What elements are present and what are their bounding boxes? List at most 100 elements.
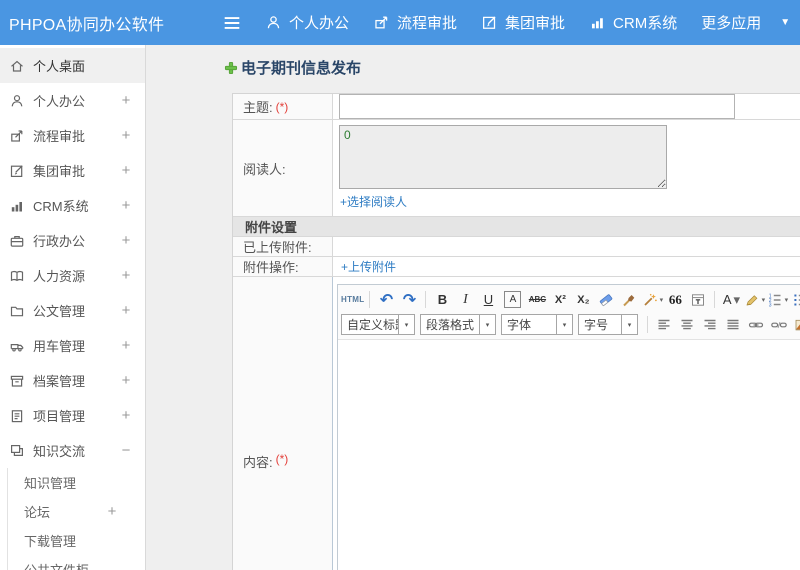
truck-icon	[9, 338, 25, 354]
app-logo: PHPOA协同办公软件	[9, 16, 165, 34]
required-mark: (*)	[275, 452, 289, 466]
sidebar-item-project-management[interactable]: 项目管理 +	[0, 398, 145, 433]
bar-chart-icon	[9, 198, 25, 214]
person-icon	[9, 93, 25, 109]
sidebar-item-group-approval[interactable]: 集团审批 +	[0, 153, 145, 188]
caret-down-icon: ▾	[621, 315, 637, 334]
sidebar-item-workflow-approval[interactable]: 流程审批 +	[0, 118, 145, 153]
strikethrough-button[interactable]: ABC	[526, 289, 548, 310]
top-header: PHPOA协同办公软件 个人办公 流程审批 集团审批 CRM系统 更多应用 ▼	[0, 0, 800, 45]
rich-text-editor: HTML ↶ ↷ B I U A ABC X² X₂ ▾ 66 A ▾ ▾ ▾ …	[337, 284, 800, 570]
expand-toggle[interactable]: +	[120, 407, 132, 424]
heading-select[interactable]: 自定义标题 ▾	[341, 314, 415, 335]
expand-toggle[interactable]: +	[120, 267, 132, 284]
clipboard-icon	[9, 408, 25, 424]
select-readers-link[interactable]: +选择阅读人	[340, 193, 407, 210]
bold-button[interactable]: B	[431, 289, 453, 310]
font-color-button[interactable]: A ▾	[720, 289, 742, 310]
sidebar-item-vehicle-management[interactable]: 用车管理 +	[0, 328, 145, 363]
nav-crm-system[interactable]: CRM系统	[589, 12, 677, 33]
collapse-toggle[interactable]: −	[120, 442, 132, 459]
italic-button[interactable]: I	[454, 289, 476, 310]
uploaded-attachments-value	[333, 237, 800, 256]
paragraph-format-select[interactable]: 段落格式 ▾	[420, 314, 496, 335]
nav-personal-office[interactable]: 个人办公	[265, 12, 349, 33]
upload-attachment-link[interactable]: +上传附件	[341, 258, 396, 275]
ordered-list-icon[interactable]: ▾	[766, 289, 788, 310]
eraser-icon[interactable]	[595, 289, 617, 310]
nav-workflow-approval[interactable]: 流程审批	[373, 12, 457, 33]
readers-row: 阅读人: 0 +选择阅读人 请选择阅读人,不选为所有人可查看 提醒阅读人: ✔ …	[233, 120, 800, 232]
html-source-button[interactable]: HTML	[341, 289, 364, 310]
edit-icon	[9, 163, 25, 179]
expand-toggle[interactable]: +	[120, 372, 132, 389]
editor-content[interactable]	[338, 340, 800, 570]
subscript-button[interactable]: X₂	[572, 289, 594, 310]
expand-toggle[interactable]: +	[120, 92, 132, 109]
align-left-icon[interactable]	[653, 314, 675, 335]
expand-toggle[interactable]: +	[120, 337, 132, 354]
sidebar-subitem-public-file-cabinet[interactable]: 公共文件柜	[8, 555, 145, 570]
nav-more-apps[interactable]: 更多应用 ▼	[701, 12, 790, 33]
expand-toggle[interactable]: +	[120, 127, 132, 144]
sidebar-item-knowledge-exchange[interactable]: 知识交流 −	[0, 433, 145, 468]
justify-icon[interactable]	[722, 314, 744, 335]
toolbar-separator	[714, 291, 716, 308]
sidebar-subitem-download-management[interactable]: 下载管理	[8, 526, 145, 555]
align-right-icon[interactable]	[699, 314, 721, 335]
sidebar-subitem-knowledge-management[interactable]: 知识管理	[8, 468, 145, 497]
magic-wand-icon[interactable]: ▾	[641, 289, 663, 310]
image-icon[interactable]	[791, 314, 800, 335]
font-family-select[interactable]: 字体 ▾	[501, 314, 573, 335]
table-icon[interactable]	[687, 289, 709, 310]
caret-down-icon: ▾	[556, 315, 572, 334]
sidebar-item-archive-management[interactable]: 档案管理 +	[0, 363, 145, 398]
font-size-select[interactable]: 字号 ▾	[578, 314, 638, 335]
add-icon	[224, 61, 238, 75]
caret-down-icon[interactable]: ▼	[780, 17, 790, 28]
nav-label: 流程审批	[397, 15, 458, 32]
sidebar-subitem-forum[interactable]: 论坛 +	[8, 497, 145, 526]
link-icon[interactable]	[745, 314, 767, 335]
undo-icon[interactable]: ↶	[375, 289, 397, 310]
editor-toolbar-row2: 自定义标题 ▾ 段落格式 ▾ 字体 ▾ 字号 ▾	[338, 312, 800, 340]
menu-toggle[interactable]	[221, 12, 243, 34]
sidebar-item-human-resources[interactable]: 人力资源 +	[0, 258, 145, 293]
nav-group-approval[interactable]: 集团审批	[481, 12, 565, 33]
expand-toggle[interactable]: +	[120, 162, 132, 179]
caret-down-icon: ▾	[398, 315, 414, 334]
redo-icon[interactable]: ↷	[398, 289, 420, 310]
font-box-button[interactable]: A	[504, 291, 522, 308]
sidebar-item-personal-office[interactable]: 个人办公 +	[0, 83, 145, 118]
expand-toggle[interactable]: +	[106, 503, 118, 520]
attachments-section-header: 附件设置	[233, 217, 800, 237]
sidebar-item-personal-desktop[interactable]: 个人桌面	[0, 48, 145, 83]
toolbar-separator	[647, 316, 648, 333]
expand-toggle[interactable]: +	[120, 232, 132, 249]
readers-label: 阅读人:	[233, 120, 333, 216]
nav-label: 更多应用	[701, 15, 762, 32]
format-painter-icon[interactable]	[618, 289, 640, 310]
align-center-icon[interactable]	[676, 314, 698, 335]
underline-button[interactable]: U	[477, 289, 499, 310]
sidebar-item-admin-office[interactable]: 行政办公 +	[0, 223, 145, 258]
unlink-icon[interactable]	[768, 314, 790, 335]
nav-label: CRM系统	[613, 15, 678, 32]
readers-textarea[interactable]: 0	[339, 125, 667, 189]
subject-row: 主题: (*)	[233, 94, 800, 120]
unordered-list-icon[interactable]	[789, 289, 800, 310]
blockquote-button[interactable]: 66	[664, 289, 686, 310]
home-icon	[9, 58, 25, 74]
expand-toggle[interactable]: +	[120, 302, 132, 319]
sidebar-item-crm-system[interactable]: CRM系统 +	[0, 188, 145, 223]
sidebar-item-document-management[interactable]: 公文管理 +	[0, 293, 145, 328]
person-icon	[265, 14, 282, 31]
superscript-button[interactable]: X²	[549, 289, 571, 310]
page-title: 电子期刊信息发布	[224, 57, 361, 78]
publish-form: 主题: (*) 阅读人: 0 +选择阅读人 请选择阅读人,不选为所有人可查看 提…	[232, 93, 800, 570]
subject-input[interactable]	[339, 94, 735, 119]
nav-label: 个人办公	[289, 15, 350, 32]
toolbar-separator	[425, 291, 427, 308]
highlight-pen-icon[interactable]: ▾	[743, 289, 765, 310]
expand-toggle[interactable]: +	[120, 197, 132, 214]
